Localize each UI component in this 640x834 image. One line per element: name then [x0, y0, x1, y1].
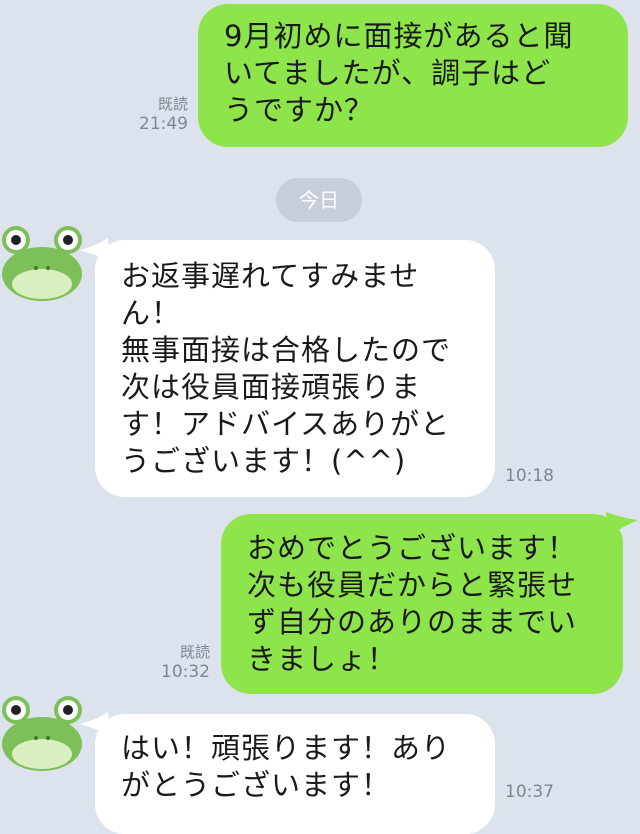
bubble-tail	[606, 512, 638, 536]
bubble-tail	[80, 712, 110, 734]
message-text: 9月初めに面接があると聞 いてましたが、調子はど うですか？	[224, 19, 574, 127]
message-text: お返事遅れてすみませ ん！ 無事面接は合格したので 次は役員面接頑張りま す！ア…	[121, 259, 452, 478]
message-text: はい！頑張ります！あり がとうございます！	[121, 731, 452, 802]
incoming-message-bubble[interactable]: はい！頑張ります！あり がとうございます！	[95, 714, 495, 834]
message-meta: 10:18	[505, 466, 565, 486]
message-time: 10:32	[161, 662, 210, 682]
message-text: おめでとうございます！ 次も役員だからと緊張せ ず自分のありのままでい きましょ…	[247, 531, 578, 676]
frog-avatar-icon[interactable]	[0, 222, 84, 306]
outgoing-message-bubble[interactable]: 9月初めに面接があると聞 いてましたが、調子はど うですか？	[198, 4, 628, 147]
message-meta: 10:37	[505, 782, 565, 802]
incoming-message-bubble[interactable]: お返事遅れてすみませ ん！ 無事面接は合格したので 次は役員面接頑張りま す！ア…	[95, 240, 495, 497]
outgoing-message-bubble[interactable]: おめでとうございます！ 次も役員だからと緊張せ ず自分のありのままでい きましょ…	[221, 514, 623, 694]
date-divider: 今日	[276, 178, 362, 222]
read-label: 既読	[157, 95, 188, 113]
message-time: 10:37	[505, 782, 554, 802]
read-label: 既読	[179, 643, 210, 661]
read-receipt: 既読 21:49	[108, 94, 188, 134]
bubble-tail	[80, 238, 110, 260]
message-time: 21:49	[139, 114, 188, 134]
message-time: 10:18	[505, 466, 554, 486]
read-receipt: 既読 10:32	[130, 642, 210, 682]
frog-avatar-icon[interactable]	[0, 692, 84, 776]
